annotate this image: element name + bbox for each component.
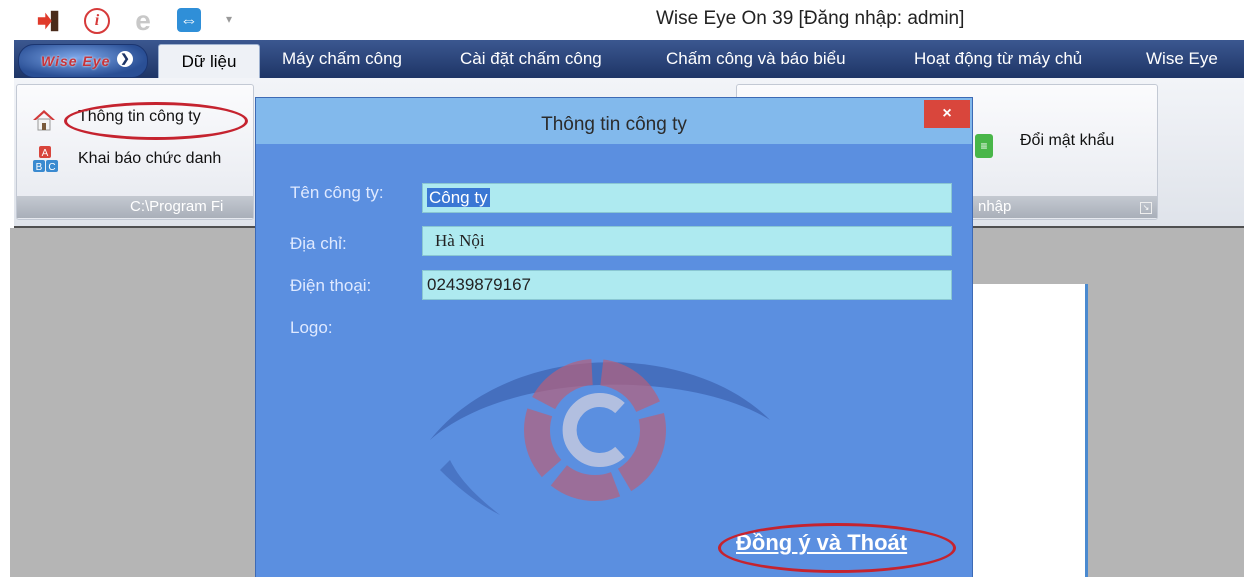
change-password-button[interactable]: Đổi mật khẩu — [1020, 132, 1114, 150]
ribbon-group-caption: nhập — [978, 198, 1012, 215]
change-password-icon[interactable]: ≡ — [975, 134, 993, 158]
app-menu-label: Wise Eye — [41, 53, 111, 69]
tab-cai-dat-cham-cong[interactable]: Cài đặt chấm công — [460, 40, 602, 78]
phone-label: Điện thoại: — [290, 276, 372, 295]
close-button[interactable]: × — [924, 100, 970, 128]
tab-wise-eye[interactable]: Wise Eye — [1146, 40, 1218, 78]
highlight-ring — [718, 523, 956, 573]
ie-browser-icon[interactable]: e — [130, 5, 156, 36]
svg-text:B: B — [36, 162, 43, 173]
highlight-ring — [64, 102, 248, 140]
svg-text:A: A — [42, 148, 49, 159]
exit-icon[interactable] — [36, 8, 62, 34]
tab-cham-cong-bao-bieu[interactable]: Chấm công và báo biểu — [666, 40, 846, 78]
info-icon[interactable]: i — [84, 8, 110, 34]
company-name-label: Tên công ty: — [290, 183, 384, 202]
svg-text:C: C — [48, 162, 55, 173]
abc-blocks-icon[interactable]: A B C — [32, 145, 58, 175]
phone-field[interactable]: 02439879167 — [422, 270, 952, 300]
company-name-value: Công ty — [427, 188, 490, 207]
background-panel — [970, 284, 1088, 577]
app-menu-button[interactable]: Wise Eye ❯ — [18, 44, 148, 78]
tab-du-lieu[interactable]: Dữ liệu — [158, 44, 260, 79]
address-label: Địa chỉ: — [290, 234, 347, 253]
job-title-button[interactable]: Khai báo chức danh — [78, 150, 221, 168]
company-name-field[interactable]: Công ty — [422, 183, 952, 213]
address-field[interactable]: Hà Nội — [422, 226, 952, 256]
teamviewer-icon[interactable]: ⇔ — [177, 8, 201, 32]
ribbon-group-caption: C:\Program Fi — [130, 198, 224, 215]
close-icon: × — [942, 105, 952, 122]
dialog-title: Thông tin công ty — [541, 114, 687, 135]
customize-dropdown-icon[interactable]: ▾ — [226, 12, 232, 26]
tab-hoat-dong-may-chu[interactable]: Hoạt động từ máy chủ — [914, 40, 1082, 78]
eye-logo-watermark[interactable] — [420, 330, 780, 530]
chevron-right-icon: ❯ — [117, 51, 133, 67]
house-icon[interactable] — [32, 108, 56, 132]
window-title: Wise Eye On 39 [Đăng nhập: admin] — [656, 8, 965, 29]
dialog-launcher-icon[interactable]: ↘ — [1140, 202, 1152, 214]
tab-may-cham-cong[interactable]: Máy chấm công — [282, 40, 402, 78]
logo-label: Logo: — [290, 318, 333, 337]
